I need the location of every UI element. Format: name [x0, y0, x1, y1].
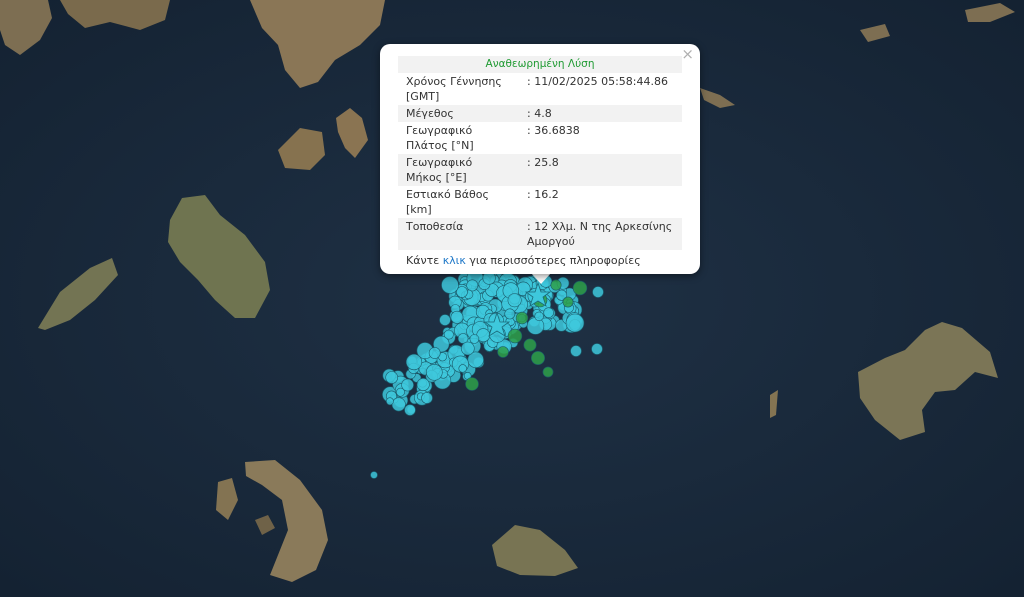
footer-text-before: Κάντε — [406, 254, 440, 267]
popup-row-label: Τοποθεσία — [398, 218, 519, 250]
earthquake-marker[interactable] — [570, 345, 582, 357]
popup-row-value: : 11/02/2025 05:58:44.86 — [527, 75, 668, 88]
earthquake-marker-older[interactable] — [465, 377, 479, 391]
footer-text-after: για περισσότερες πληροφορίες — [469, 254, 641, 267]
earthquake-marker[interactable] — [592, 286, 604, 298]
earthquake-marker-older[interactable] — [572, 280, 588, 296]
earthquake-marker-older[interactable] — [515, 311, 529, 325]
earthquake-marker[interactable] — [391, 397, 406, 412]
earthquake-marker[interactable] — [428, 347, 441, 359]
popup-row-label: Γεωγραφικό Μήκος [°E] — [398, 154, 519, 186]
earthquake-marker[interactable] — [441, 276, 459, 294]
earthquake-popup: × Αναθεωρημένη Λύση Χρόνος Γέννησης [GMT… — [380, 44, 700, 274]
popup-row-label: Μέγεθος — [398, 105, 519, 122]
earthquake-marker[interactable] — [565, 313, 585, 333]
popup-row: Γεωγραφικό Πλάτος [°N] : 36.6838 — [398, 122, 682, 154]
popup-row: Μέγεθος: 4.8 — [398, 105, 682, 122]
earthquake-marker[interactable] — [543, 307, 554, 319]
more-info-link[interactable]: κλικ — [443, 254, 466, 267]
popup-row-value: : 16.2 — [527, 188, 559, 201]
earthquake-marker[interactable] — [534, 311, 544, 321]
popup-tip — [531, 273, 551, 284]
earthquake-marker-older[interactable] — [507, 328, 523, 344]
earthquake-marker-older[interactable] — [497, 346, 509, 358]
earthquake-marker[interactable] — [504, 308, 516, 320]
earthquake-marker[interactable] — [439, 314, 451, 326]
earthquake-marker[interactable] — [458, 364, 467, 373]
earthquake-marker[interactable] — [469, 334, 480, 344]
popup-row-label: Χρόνος Γέννησης [GMT] — [406, 75, 502, 103]
earthquake-marker[interactable] — [385, 371, 399, 384]
earthquake-marker[interactable] — [450, 310, 464, 324]
popup-row-label: Εστιακό Βάθος [km] — [406, 188, 489, 216]
popup-footer: Κάντε κλικ για περισσότερες πληροφορίες — [398, 250, 682, 271]
popup-row-value: : 4.8 — [519, 105, 682, 122]
earthquake-marker[interactable] — [591, 343, 603, 355]
popup-title: Αναθεωρημένη Λύση — [398, 56, 682, 73]
popup-row: Γεωγραφικό Μήκος [°E]: 25.8 — [398, 154, 682, 186]
earthquake-marker[interactable] — [466, 279, 479, 292]
earthquake-marker-older[interactable] — [550, 279, 562, 291]
popup-row-label: Γεωγραφικό Πλάτος [°N] — [406, 124, 474, 152]
popup-row: Χρόνος Γέννησης [GMT] : 11/02/2025 05:58:… — [398, 73, 682, 105]
earthquake-marker[interactable] — [404, 404, 416, 416]
popup-row-value: : 12 Χλμ. Ν της Αρκεσίνης Αμοργού — [519, 218, 682, 250]
popup-row-value: : 25.8 — [519, 154, 682, 186]
earthquake-marker[interactable] — [396, 387, 405, 397]
earthquake-marker[interactable] — [425, 363, 443, 381]
popup-row-value: : 36.6838 — [527, 124, 580, 137]
earthquake-marker[interactable] — [370, 471, 378, 479]
earthquake-marker-older[interactable] — [530, 350, 545, 365]
earthquake-marker[interactable] — [385, 397, 394, 406]
earthquake-marker[interactable] — [460, 341, 475, 356]
earthquake-marker-older[interactable] — [523, 338, 537, 352]
earthquake-marker-older[interactable] — [562, 296, 574, 308]
popup-row: Τοποθεσία: 12 Χλμ. Ν της Αρκεσίνης Αμοργ… — [398, 218, 682, 250]
earthquake-marker[interactable] — [507, 293, 522, 308]
earthquake-marker[interactable] — [405, 353, 423, 371]
close-icon[interactable]: × — [681, 46, 694, 62]
earthquake-marker[interactable] — [421, 392, 433, 404]
earthquake-marker[interactable] — [416, 377, 430, 391]
popup-row: Εστιακό Βάθος [km] : 16.2 — [398, 186, 682, 218]
popup-info-table: Χρόνος Γέννησης [GMT] : 11/02/2025 05:58:… — [398, 73, 682, 250]
earthquake-marker-older[interactable] — [542, 366, 554, 378]
